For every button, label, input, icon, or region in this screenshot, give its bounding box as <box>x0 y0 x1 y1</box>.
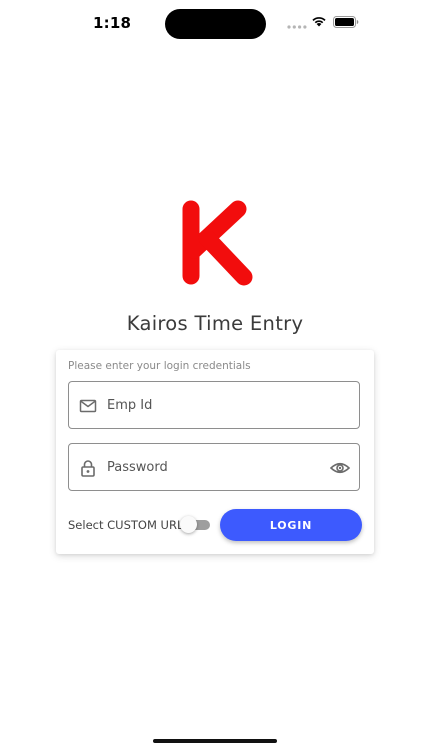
battery-icon <box>333 16 359 28</box>
password-field[interactable] <box>68 443 360 491</box>
home-indicator <box>153 739 277 743</box>
cellular-signal-icon <box>287 25 307 29</box>
status-time: 1:18 <box>93 14 132 32</box>
toggle-thumb[interactable] <box>180 516 197 533</box>
login-card: Please enter your login credentials Sele… <box>56 350 374 554</box>
login-hint: Please enter your login credentials <box>68 360 251 372</box>
status-bar: 1:18 <box>0 0 422 48</box>
emp-id-input[interactable] <box>107 382 322 428</box>
emp-id-field[interactable] <box>68 381 360 429</box>
custom-url-toggle[interactable] <box>180 516 210 534</box>
eye-icon[interactable] <box>330 459 350 477</box>
kairos-k-logo <box>182 200 253 286</box>
custom-url-label: Select CUSTOM URL <box>68 518 184 532</box>
password-input[interactable] <box>107 444 322 490</box>
login-button[interactable]: LOGIN <box>220 509 362 541</box>
lock-icon <box>81 460 95 477</box>
dynamic-island <box>165 9 266 39</box>
app-title: Kairos Time Entry <box>126 312 304 335</box>
mail-icon <box>79 399 97 413</box>
wifi-icon <box>312 17 326 27</box>
